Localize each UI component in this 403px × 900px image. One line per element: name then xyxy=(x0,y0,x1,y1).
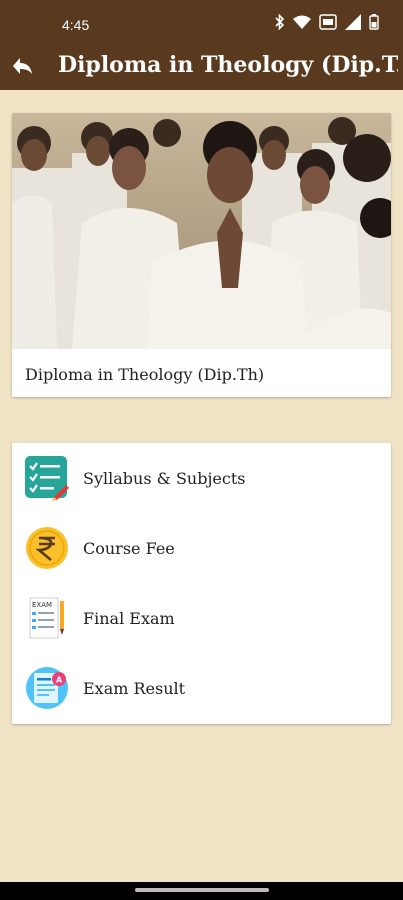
exam-paper-icon: EXAM xyxy=(29,597,64,639)
syllabus-checklist-icon xyxy=(25,456,69,501)
system-nav-bar xyxy=(0,882,403,900)
menu-item-syllabus[interactable]: Syllabus & Subjects xyxy=(12,443,391,513)
exam-result-icon: A xyxy=(26,667,68,709)
page-title: Diploma in Theology (Dip.T... xyxy=(58,52,398,78)
rupee-coin-icon xyxy=(26,527,68,569)
svg-text:EXAM: EXAM xyxy=(32,601,52,609)
back-button[interactable] xyxy=(6,50,38,82)
gesture-handle[interactable] xyxy=(135,888,269,892)
vowifi-icon xyxy=(319,14,337,30)
menu-item-course-fee[interactable]: Course Fee xyxy=(12,513,391,583)
hero-image xyxy=(12,113,391,349)
back-arrow-icon xyxy=(13,58,32,74)
menu-item-final-exam[interactable]: EXAM Final Exam xyxy=(12,583,391,653)
svg-text:A: A xyxy=(56,676,63,685)
menu-item-label: Final Exam xyxy=(83,608,175,628)
menu-item-label: Course Fee xyxy=(83,538,175,558)
hero-caption: Diploma in Theology (Dip.Th) xyxy=(25,365,265,384)
menu-item-label: Syllabus & Subjects xyxy=(83,468,246,488)
battery-icon xyxy=(369,14,379,30)
wifi-icon xyxy=(293,15,311,29)
signal-icon xyxy=(345,14,361,30)
app-bar: Diploma in Theology (Dip.T... xyxy=(0,42,403,90)
status-icons xyxy=(275,14,379,30)
bluetooth-icon xyxy=(275,14,285,30)
hero-card[interactable]: Diploma in Theology (Dip.Th) xyxy=(12,113,391,397)
menu-item-label: Exam Result xyxy=(83,678,186,698)
status-bar: 4:45 xyxy=(0,0,403,42)
menu-card: Syllabus & Subjects Course Fee EXAM Fina… xyxy=(12,443,391,724)
status-time: 4:45 xyxy=(62,17,90,33)
menu-item-exam-result[interactable]: A Exam Result xyxy=(12,653,391,723)
